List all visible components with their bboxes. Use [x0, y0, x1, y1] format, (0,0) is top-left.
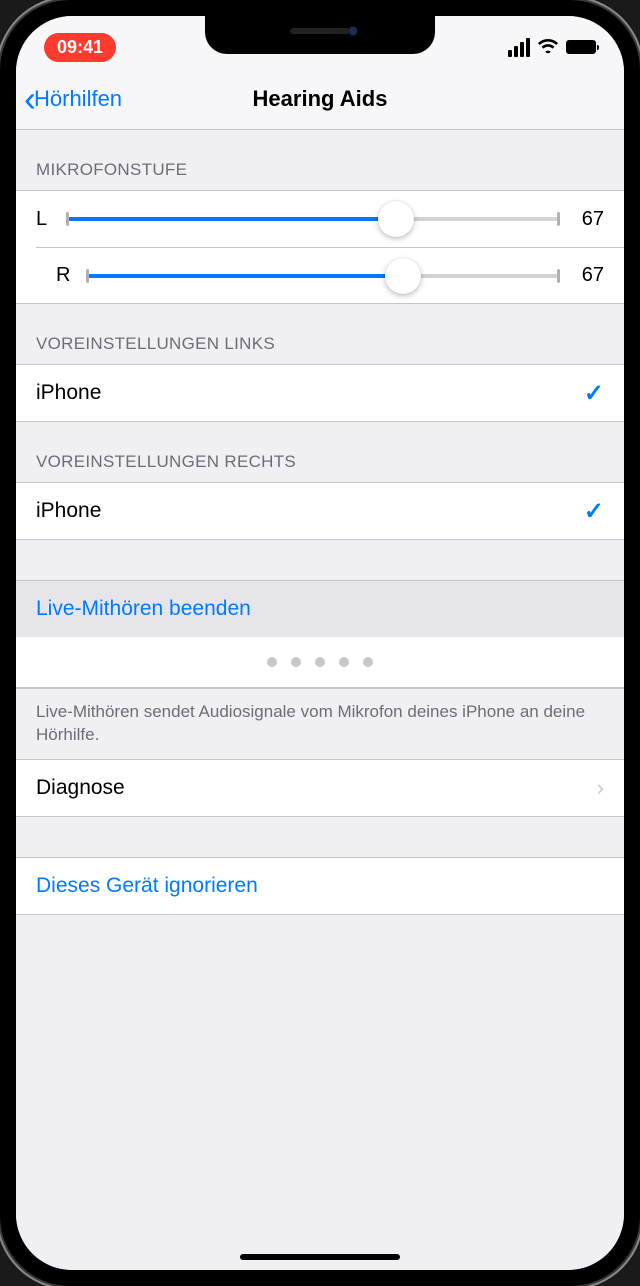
mic-level-right-row: R 67	[36, 247, 624, 303]
notch	[205, 16, 435, 54]
slider-thumb[interactable]	[378, 201, 414, 237]
back-button[interactable]: ‹ Hörhilfen	[24, 78, 122, 120]
preset-left-option[interactable]: iPhone ✓	[16, 365, 624, 421]
phone-screen: 09:41 ‹ Hörhilfen Hearing Aids MIKROFONS…	[16, 16, 624, 1270]
checkmark-icon: ✓	[584, 379, 604, 408]
section-header-preset-left: VOREINSTELLUNGEN LINKS	[16, 304, 624, 364]
home-indicator[interactable]	[240, 1254, 400, 1260]
back-label: Hörhilfen	[34, 86, 122, 112]
diagnose-group: Diagnose ›	[16, 759, 624, 817]
preset-left-label: iPhone	[36, 381, 101, 405]
chevron-right-icon: ›	[597, 775, 604, 801]
stop-live-listen-button[interactable]: Live-Mithören beenden	[16, 581, 624, 637]
forget-device-button[interactable]: Dieses Gerät ignorieren	[16, 858, 624, 914]
preset-right-option[interactable]: iPhone ✓	[16, 483, 624, 539]
live-listen-description: Live-Mithören sendet Audiosignale vom Mi…	[16, 689, 624, 759]
checkmark-icon: ✓	[584, 497, 604, 526]
page-title: Hearing Aids	[253, 86, 388, 112]
slider-thumb[interactable]	[385, 258, 421, 294]
navigation-bar: ‹ Hörhilfen Hearing Aids	[16, 68, 624, 130]
mic-level-group: L 67 R 67	[16, 190, 624, 304]
diagnose-row[interactable]: Diagnose ›	[16, 760, 624, 816]
audio-level-indicator	[16, 637, 624, 688]
left-channel-label: L	[36, 208, 54, 231]
mic-level-right-value: 67	[572, 264, 604, 287]
diagnose-label: Diagnose	[36, 776, 125, 800]
mic-level-left-value: 67	[572, 208, 604, 231]
content-scroll[interactable]: MIKROFONSTUFE L 67 R 67	[16, 130, 624, 1270]
section-header-mic-level: MIKROFONSTUFE	[16, 130, 624, 190]
battery-icon	[566, 40, 596, 54]
wifi-icon	[537, 36, 559, 59]
mic-level-left-row: L 67	[16, 191, 624, 247]
status-icons	[508, 36, 596, 59]
section-header-preset-right: VOREINSTELLUNGEN RECHTS	[16, 422, 624, 482]
mic-level-left-slider[interactable]	[68, 217, 558, 221]
live-listen-group: Live-Mithören beenden	[16, 580, 624, 689]
recording-time-pill[interactable]: 09:41	[44, 33, 116, 62]
phone-frame: 09:41 ‹ Hörhilfen Hearing Aids MIKROFONS…	[0, 0, 640, 1286]
forget-group: Dieses Gerät ignorieren	[16, 857, 624, 915]
preset-right-label: iPhone	[36, 499, 101, 523]
right-channel-label: R	[56, 264, 74, 287]
preset-right-group: iPhone ✓	[16, 482, 624, 540]
preset-left-group: iPhone ✓	[16, 364, 624, 422]
cellular-signal-icon	[508, 38, 530, 57]
mic-level-right-slider[interactable]	[88, 274, 558, 278]
